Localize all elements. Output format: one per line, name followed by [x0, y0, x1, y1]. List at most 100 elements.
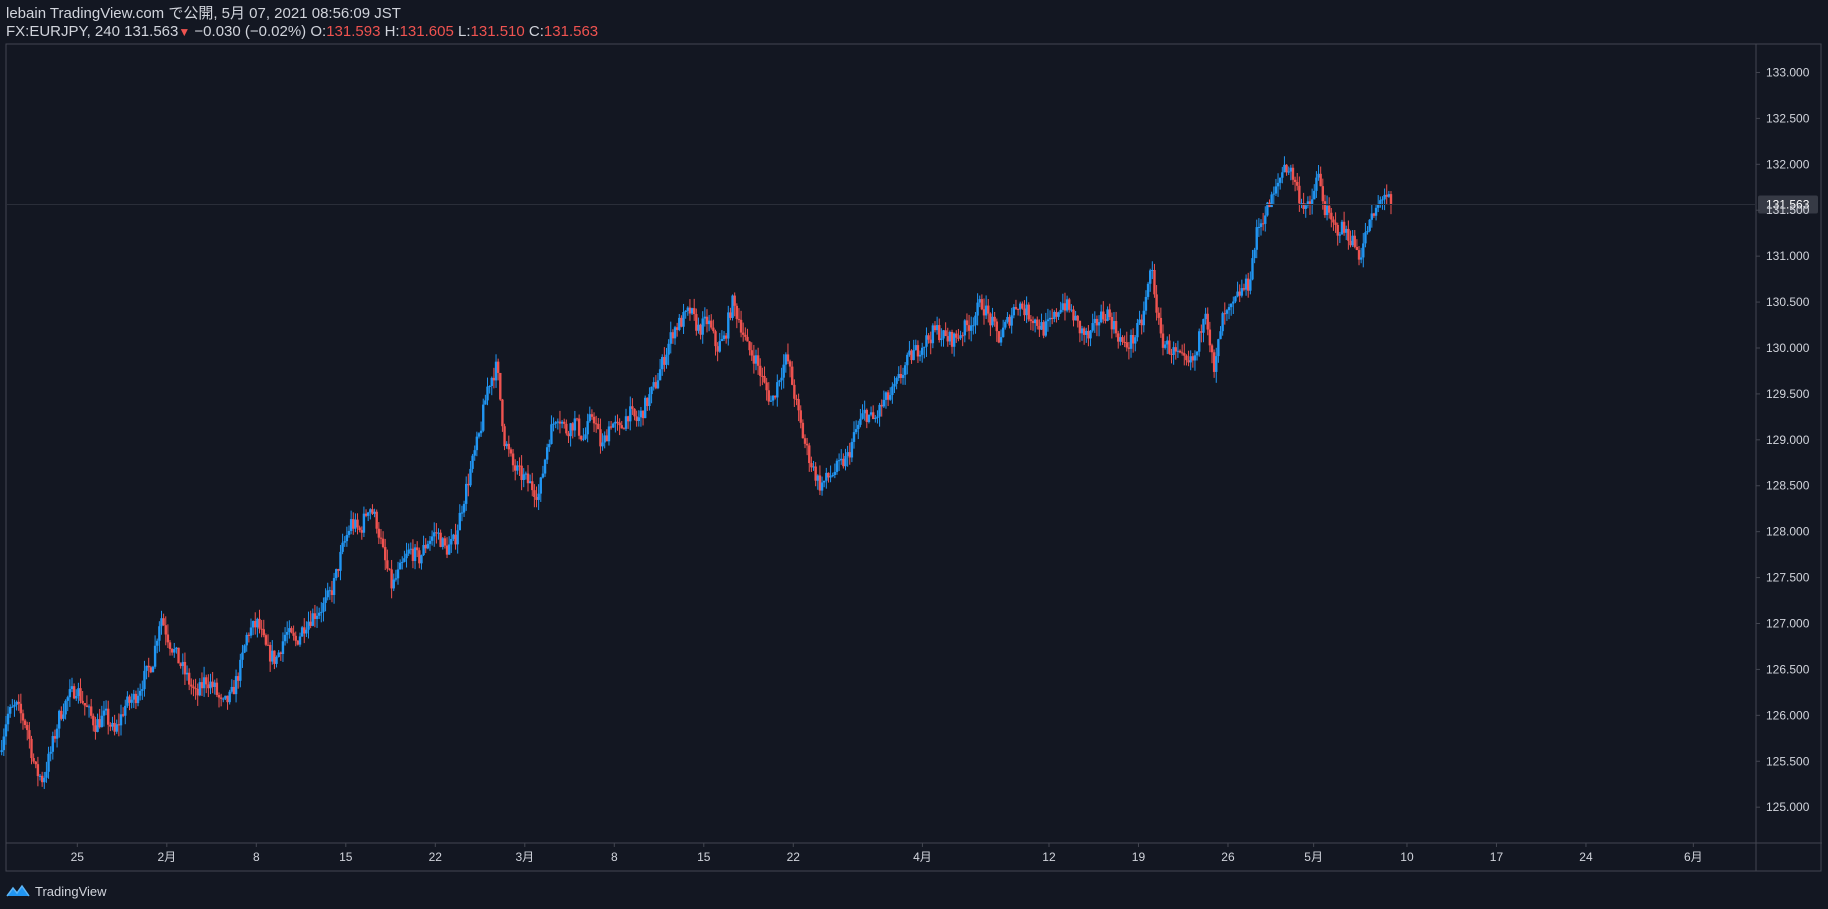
price-tick-label: 130.500	[1766, 295, 1810, 309]
time-tick-label: 15	[697, 850, 711, 864]
candle-body	[224, 695, 227, 699]
candle-body	[1372, 213, 1376, 216]
candle-body	[413, 547, 417, 561]
candle-body	[132, 693, 135, 700]
candle-body	[23, 720, 27, 726]
candle-body	[661, 356, 664, 370]
candle-body	[415, 547, 419, 551]
candle-body	[707, 320, 711, 325]
candle-body	[1095, 318, 1099, 326]
candle-body	[326, 590, 329, 598]
candle-body	[96, 719, 99, 732]
candle-body	[1381, 199, 1384, 201]
brand-label: TradingView	[35, 883, 107, 899]
candle-body	[1281, 172, 1284, 178]
candle-body	[317, 612, 321, 616]
candle-body	[1036, 319, 1039, 326]
candle-body	[488, 385, 491, 387]
candle-body	[354, 519, 357, 529]
candle-body	[1259, 223, 1263, 227]
candle-body	[330, 590, 334, 595]
time-axis[interactable]: 25 2月 8 15 22 3月 8 15 22 4月 12 19 26 5月 10 17 24 6月	[71, 843, 1703, 864]
candle-body	[592, 416, 596, 424]
candle-body	[441, 538, 444, 547]
candle-body	[669, 332, 672, 344]
candle-body	[635, 416, 638, 422]
candle-body	[1161, 333, 1165, 348]
candle-body	[113, 722, 116, 732]
candle-body	[239, 659, 242, 681]
candle-body	[976, 302, 979, 316]
candle-body	[81, 700, 84, 703]
candle-body	[884, 392, 888, 400]
candle-body	[211, 681, 214, 687]
candle-body	[903, 365, 907, 375]
candle-body	[228, 691, 231, 703]
candle-body	[47, 753, 50, 772]
candle-body	[1298, 185, 1301, 204]
candle-body	[1355, 246, 1359, 251]
candle-body	[332, 578, 336, 595]
candle-body	[337, 569, 340, 571]
candle-body	[514, 465, 517, 471]
candle-body	[914, 345, 918, 351]
candle-body	[1272, 193, 1275, 195]
candle-body	[1285, 164, 1288, 173]
candle-body	[4, 724, 8, 737]
candle-body	[1276, 182, 1280, 187]
candle-body	[443, 538, 447, 546]
price-axis[interactable]: 133.000 132.500 132.000 131.500 131.000 130.5…	[1756, 65, 1810, 814]
candle-body	[1247, 278, 1250, 291]
candle-body	[450, 538, 453, 545]
candle-body	[620, 425, 623, 429]
price-chart[interactable]: 131.563 133.000 132.500 132.000 131.500 131.…	[0, 0, 1828, 909]
candle-body	[1061, 303, 1065, 310]
candle-body	[959, 335, 962, 339]
candle-body	[1163, 344, 1167, 348]
candle-body	[586, 421, 589, 435]
candle-body	[560, 421, 564, 424]
candle-body	[1146, 283, 1150, 297]
candle-body	[1215, 356, 1218, 372]
time-tick-label: 17	[1490, 850, 1504, 864]
candle-body	[899, 374, 903, 378]
candle-body	[916, 345, 920, 357]
candle-body	[705, 316, 709, 325]
price-tick-label: 128.000	[1766, 525, 1810, 539]
candle-body	[567, 433, 570, 437]
candle-body	[373, 511, 376, 514]
candle-body	[667, 343, 670, 355]
candle-body	[767, 390, 770, 402]
candle-body	[428, 540, 432, 544]
candle-body	[801, 422, 805, 439]
candle-body	[1089, 330, 1092, 339]
candle-body	[995, 321, 998, 332]
candle-body	[607, 426, 611, 442]
candle-body	[1261, 223, 1265, 225]
candle-body	[599, 429, 602, 447]
candle-body	[1153, 269, 1156, 295]
candle-body	[991, 316, 994, 326]
candle-body	[929, 339, 932, 344]
candle-body	[537, 493, 540, 500]
candle-body	[842, 458, 845, 467]
candle-body	[1244, 278, 1248, 290]
candle-body	[1108, 309, 1111, 317]
candle-body	[53, 736, 57, 739]
candle-body	[1185, 355, 1188, 361]
tradingview-watermark[interactable]: TradingView	[6, 881, 107, 901]
candle-body	[963, 320, 967, 336]
candle-body	[36, 764, 40, 777]
candle-body	[652, 382, 655, 387]
candle-body	[1155, 294, 1158, 313]
candle-body	[315, 615, 319, 619]
candle-body	[522, 474, 525, 481]
candle-body	[1004, 321, 1007, 328]
candle-body	[1255, 227, 1258, 250]
candle-body	[863, 409, 866, 414]
candle-body	[437, 532, 440, 534]
candle-body	[456, 530, 459, 545]
candle-body	[778, 380, 781, 383]
candle-body	[624, 416, 628, 429]
tradingview-logo-icon	[6, 884, 30, 897]
